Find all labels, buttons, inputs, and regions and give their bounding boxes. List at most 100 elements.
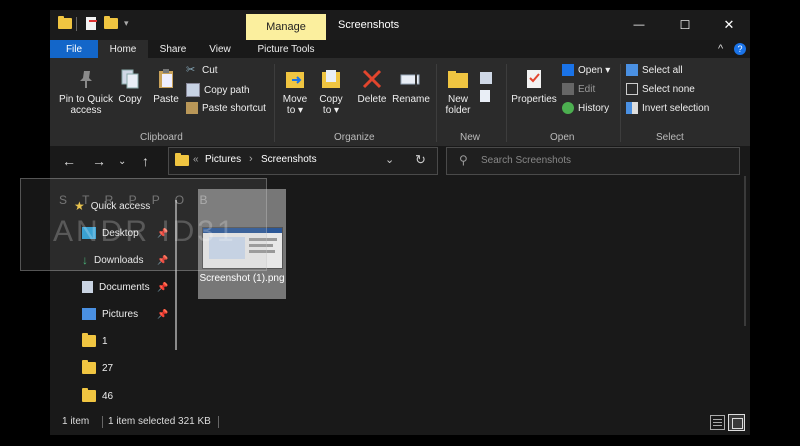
close-button[interactable]: ✕ <box>706 10 752 40</box>
delete-button[interactable]: Delete <box>354 68 390 105</box>
open-label: Open ▾ <box>578 64 611 76</box>
nav-item-folder-1[interactable]: 1 <box>82 331 108 351</box>
nav-label: 1 <box>102 335 108 347</box>
copy-to-button[interactable]: Copy to ▾ <box>314 68 348 116</box>
nav-label: 46 <box>102 390 114 402</box>
properties-label: Properties <box>511 94 557 105</box>
rename-label: Rename <box>392 94 430 105</box>
title-bar: ▾ Manage Screenshots — ☐ ✕ <box>50 10 750 40</box>
help-icon[interactable]: ? <box>734 43 746 55</box>
content-scrollbar[interactable] <box>744 176 746 326</box>
customize-qat-icon[interactable]: ▾ <box>124 18 129 29</box>
breadcrumb-screenshots[interactable]: Screenshots <box>261 154 317 165</box>
new-folder-icon <box>447 68 469 90</box>
large-icons-view-icon[interactable] <box>728 414 745 431</box>
copy-button[interactable]: Copy <box>116 68 144 105</box>
search-placeholder[interactable]: Search Screenshots <box>481 155 571 166</box>
breadcrumb-overflow[interactable]: « <box>193 154 199 165</box>
minimize-button[interactable]: — <box>616 10 662 40</box>
pictures-icon <box>82 308 96 320</box>
breadcrumb-pictures[interactable]: Pictures <box>205 154 241 165</box>
new-folder-label: New folder <box>445 94 471 116</box>
address-bar[interactable]: « Pictures › Screenshots ⌄ ↻ <box>168 147 438 175</box>
file-explorer-window: ▾ Manage Screenshots — ☐ ✕ File Home Sha… <box>20 10 750 435</box>
nav-label: Pictures <box>102 308 139 320</box>
watermark-line1: S T R P P O B <box>59 193 214 207</box>
properties-button[interactable]: Properties <box>510 68 558 105</box>
new-folder-icon[interactable] <box>104 16 118 29</box>
back-arrow-icon[interactable]: ← <box>62 153 76 169</box>
pin-label: Pin to Quick access <box>59 94 113 116</box>
pin-icon <box>75 68 97 90</box>
nav-label: 27 <box>102 362 114 374</box>
copy-path-label: Copy path <box>204 84 250 96</box>
move-to-button[interactable]: Move to ▾ <box>278 68 312 116</box>
window-title: Screenshots <box>338 19 400 31</box>
paste-button[interactable]: Paste <box>150 68 182 105</box>
move-to-label: Move to ▾ <box>282 94 308 116</box>
pin-icon[interactable]: 📌 <box>157 309 168 320</box>
tab-file[interactable]: File <box>50 40 98 58</box>
recent-locations-chevron-icon[interactable]: ⌄ <box>118 156 126 167</box>
details-view-icon[interactable] <box>710 415 725 430</box>
paste-shortcut-icon <box>186 102 198 114</box>
cut-button[interactable]: ✂ Cut <box>186 64 218 76</box>
search-box[interactable]: ⚲ Search Screenshots <box>446 147 740 175</box>
edit-button[interactable]: Edit <box>562 83 595 95</box>
rename-button[interactable]: Rename <box>392 68 430 105</box>
tab-home[interactable]: Home <box>98 40 148 58</box>
documents-icon <box>82 281 93 293</box>
tab-view[interactable]: View <box>198 40 242 58</box>
select-none-icon <box>626 83 638 95</box>
select-all-label: Select all <box>642 64 683 76</box>
folder-icon <box>82 388 96 402</box>
easy-access-icon[interactable] <box>480 90 490 102</box>
collapse-ribbon-icon[interactable]: ^ <box>718 43 723 55</box>
ribbon-tabs: File Home Share View Picture Tools ^ ? <box>50 40 750 58</box>
invert-selection-button[interactable]: Invert selection <box>626 102 709 114</box>
paste-shortcut-button[interactable]: Paste shortcut <box>186 102 266 114</box>
file-name: Screenshot (1).png <box>199 273 285 284</box>
folder-icon <box>82 333 96 347</box>
copy-path-button[interactable]: Copy path <box>186 83 250 97</box>
search-icon: ⚲ <box>459 153 468 167</box>
pin-to-quick-access-button[interactable]: Pin to Quick access <box>54 68 118 116</box>
open-button[interactable]: Open ▾ <box>562 64 610 76</box>
history-button[interactable]: History <box>562 102 609 114</box>
nav-item-documents[interactable]: Documents <box>82 277 150 297</box>
maximize-button[interactable]: ☐ <box>662 10 708 40</box>
copy-icon <box>119 68 141 90</box>
delete-icon <box>361 68 383 90</box>
status-item-count: 1 item <box>62 416 90 427</box>
invert-selection-icon <box>626 102 638 114</box>
move-to-icon <box>284 68 306 90</box>
edit-icon <box>562 83 574 95</box>
nav-item-folder-27[interactable]: 27 <box>82 358 113 378</box>
nav-item-folder-46[interactable]: 46 <box>82 386 113 406</box>
tab-share[interactable]: Share <box>148 40 198 58</box>
properties-icon[interactable] <box>86 17 97 30</box>
new-folder-button[interactable]: New folder <box>440 68 476 116</box>
watermark: S T R P P O B ANDR ID31 <box>20 178 267 271</box>
address-dropdown-icon[interactable]: ⌄ <box>385 153 394 166</box>
divider <box>506 64 507 142</box>
select-all-icon <box>626 64 638 76</box>
select-all-button[interactable]: Select all <box>626 64 683 76</box>
nav-item-pictures[interactable]: Pictures <box>82 304 138 324</box>
select-none-button[interactable]: Select none <box>626 83 695 95</box>
organize-group-label: Organize <box>334 132 375 143</box>
copy-label: Copy <box>118 94 142 105</box>
divider <box>102 416 103 428</box>
folder-icon <box>82 360 96 374</box>
history-icon <box>562 102 574 114</box>
new-item-icon[interactable] <box>480 72 492 84</box>
select-group-label: Select <box>656 132 684 143</box>
up-arrow-icon[interactable]: ↑ <box>142 153 149 169</box>
forward-arrow-icon[interactable]: → <box>92 153 106 169</box>
divider <box>436 64 437 142</box>
manage-tab[interactable]: Manage <box>246 14 326 40</box>
pin-icon[interactable]: 📌 <box>157 282 168 293</box>
refresh-icon[interactable]: ↻ <box>415 152 426 168</box>
tab-picture-tools[interactable]: Picture Tools <box>246 40 326 58</box>
delete-label: Delete <box>357 94 387 105</box>
